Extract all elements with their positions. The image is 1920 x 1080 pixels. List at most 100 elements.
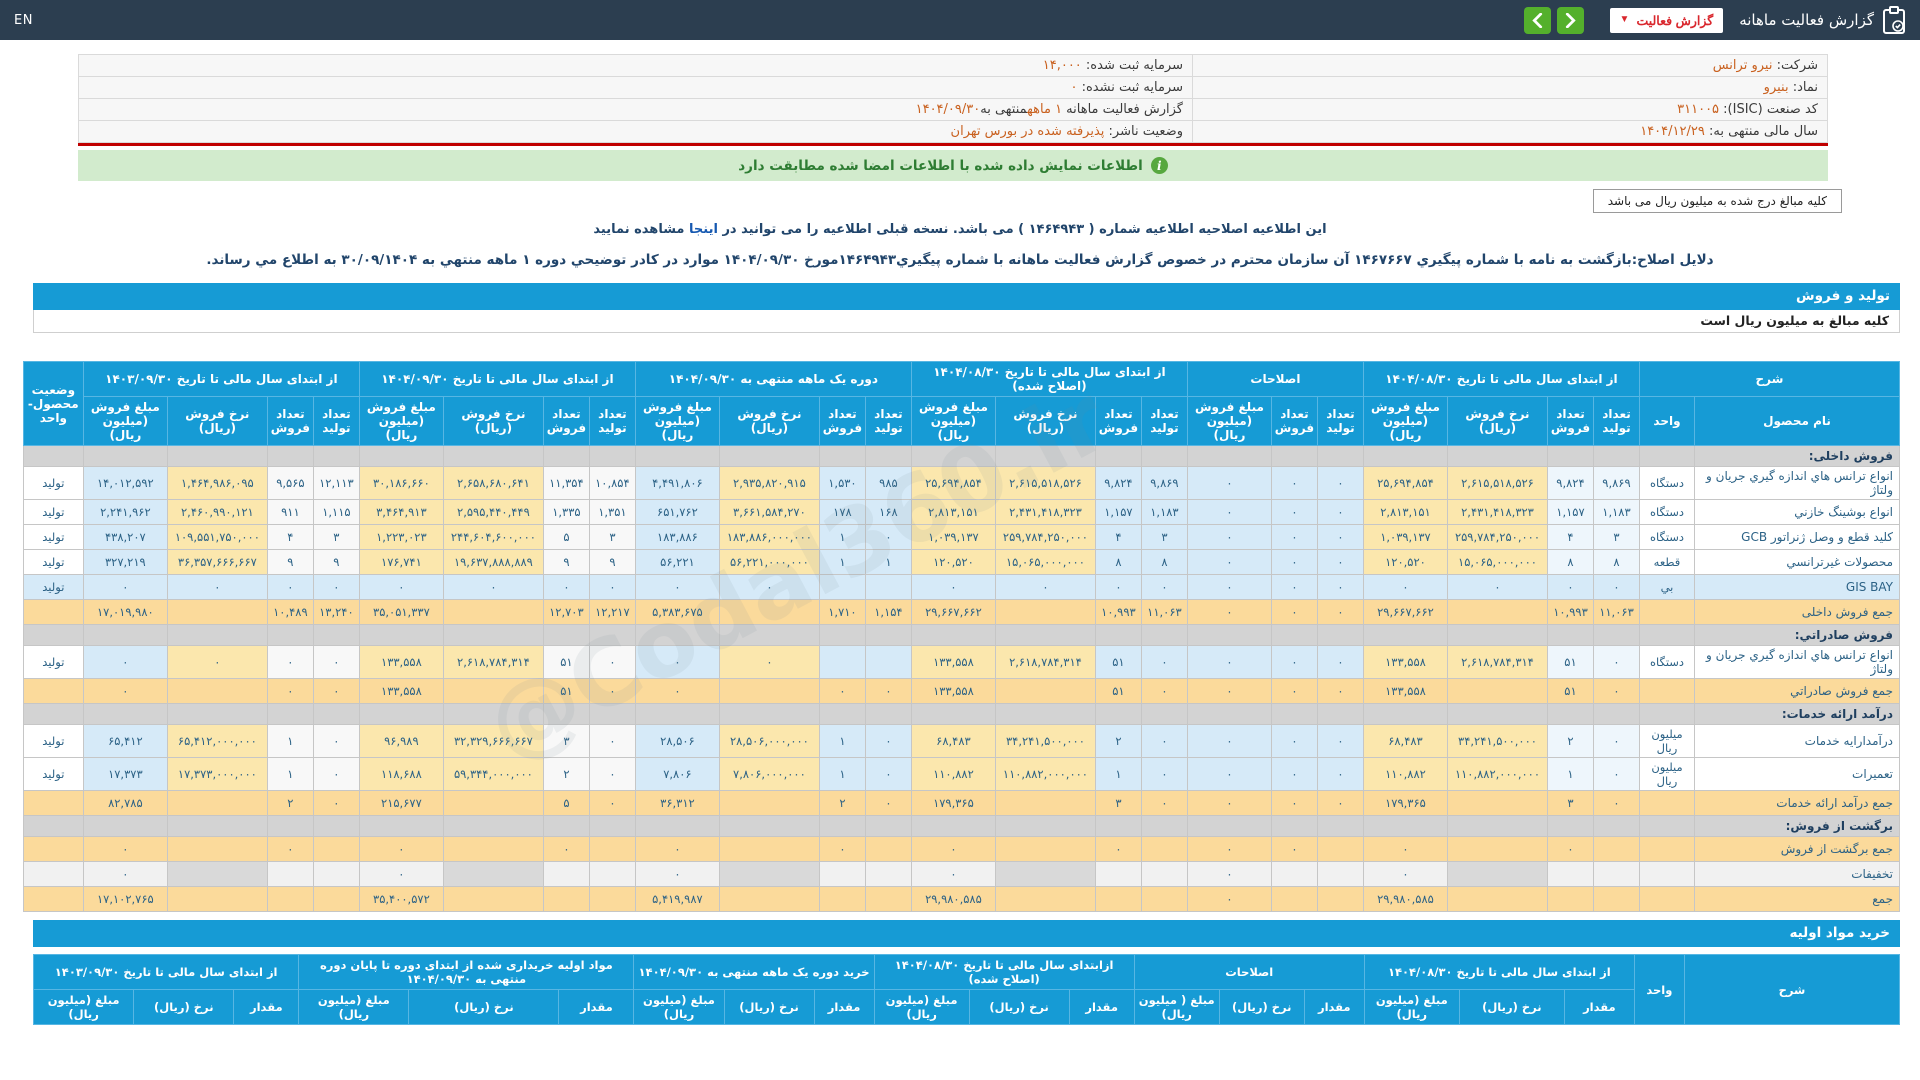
table-cell: ۰ — [818, 678, 866, 704]
table-cell: ۱۵,۰۶۵,۰۰۰,۰۰۰ — [994, 549, 1096, 575]
table-cell: ۳۰,۱۸۶,۶۶۰ — [358, 466, 444, 500]
notice-text: اطلاعات نمایش داده شده با اطلاعات امضا ش… — [738, 157, 1143, 174]
table-cell: ۱۲۰,۵۲۰ — [910, 549, 996, 575]
table-cell: ۲۵,۶۹۴,۸۵۴ — [910, 466, 996, 500]
table-cell: ۰ — [1592, 678, 1640, 704]
table-cell: ۰ — [82, 574, 168, 600]
amounts-unit-note: کلیه مبالغ درج شده به میلیون ریال می باش… — [1592, 189, 1842, 213]
column-header: مبلغ (میلیون ریال) — [32, 989, 135, 1025]
table-cell: ۳۶,۳۵۷,۶۶۶,۶۶۷ — [166, 549, 268, 575]
table-cell: ۱۹,۶۳۷,۸۸۸,۸۸۹ — [442, 549, 544, 575]
table-section-row: فروش صادراتي: — [22, 624, 1900, 646]
table-row: انواع ترانس هاي اندازه گیري جریان و ولتا… — [22, 645, 1900, 679]
table-cell: ۱,۱۱۵ — [312, 499, 360, 525]
column-header: نرخ (ریال) — [408, 989, 560, 1025]
table-cell: ۱۵,۰۶۵,۰۰۰,۰۰۰ — [1446, 549, 1548, 575]
table-cell: ۱۳۳,۵۵۸ — [910, 678, 996, 704]
table-cell: ۰ — [542, 836, 590, 862]
table-cell: ۲,۶۵۸,۶۸۰,۶۴۱ — [442, 466, 544, 500]
table-cell: ۰ — [312, 757, 360, 791]
table-cell: ۲۹,۹۸۰,۵۸۵ — [910, 886, 996, 912]
table-cell — [864, 836, 912, 862]
table-cell: ۰ — [1186, 886, 1272, 912]
column-header: تعداد تولید — [312, 396, 360, 446]
table-cell — [1270, 861, 1318, 887]
table-cell: ۱۴,۰۱۲,۵۹۲ — [82, 466, 168, 500]
table-cell — [1546, 886, 1594, 912]
table-cell: ۱۲,۷۰۳ — [542, 599, 590, 625]
table-cell: ۲,۴۳۱,۴۱۸,۳۲۳ — [1446, 499, 1548, 525]
report-type-dropdown[interactable]: گزارش فعالیت ▼ — [1609, 7, 1724, 33]
table-cell: ۳۵,۴۰۰,۵۷۲ — [358, 886, 444, 912]
table-cell: ۰ — [1316, 790, 1364, 816]
table-cell: ۰ — [718, 645, 820, 679]
column-header: تعداد فروش — [542, 396, 590, 446]
amendment-note: این اطلاعیه اصلاحیه اطلاعیه شماره ( ۱۴۶۴… — [593, 222, 1327, 237]
table-cell — [1140, 886, 1188, 912]
table-cell: ۱۳,۲۴۰ — [312, 599, 360, 625]
report-type-label: گزارش فعالیت — [1636, 13, 1714, 28]
status-cell: تولید — [22, 549, 84, 575]
table-cell — [1592, 836, 1640, 862]
column-header: نرخ فروش (ریال) — [166, 396, 268, 446]
table-cell: ۲۹,۹۸۰,۵۸۵ — [1362, 886, 1448, 912]
table-cell: ۱,۱۵۴ — [864, 599, 912, 625]
table-cell: ۱ — [266, 757, 314, 791]
table-cell: ۰ — [1186, 790, 1272, 816]
previous-version-link[interactable]: اینجا — [689, 222, 718, 237]
table-cell: ۰ — [358, 861, 444, 887]
column-header: نرخ فروش (ریال) — [1446, 396, 1548, 446]
column-header: واحد — [1638, 396, 1696, 446]
column-header: اصلاحات — [1186, 361, 1364, 397]
table-cell — [1592, 886, 1640, 912]
language-toggle-en[interactable]: EN — [14, 13, 33, 28]
column-header: نرخ فروش (ریال) — [718, 396, 820, 446]
table-cell: ۱,۰۳۹,۱۳۷ — [1362, 524, 1448, 550]
table-cell — [1140, 836, 1188, 862]
column-header: از ابتدای سال مالی تا تاریخ ۱۴۰۳/۰۹/۳۰ — [32, 954, 300, 990]
table-cell: ۶۵۱,۷۶۲ — [634, 499, 720, 525]
table-cell: ۲,۸۱۳,۱۵۱ — [1362, 499, 1448, 525]
table-cell: ۰ — [588, 724, 636, 758]
table-cell: ۲ — [1094, 724, 1142, 758]
table-cell: ۰ — [1362, 836, 1448, 862]
table-cell — [994, 836, 1096, 862]
table-cell: ۴ — [266, 524, 314, 550]
table-cell — [166, 836, 268, 862]
table-cell: ۰ — [1186, 724, 1272, 758]
table-cell: ۱,۷۱۰ — [818, 599, 866, 625]
info-row: کد صنعت (ISIC): ۳۱۱۰۰۵ گزارش فعالیت ماهان… — [78, 98, 1828, 121]
table-cell: ۳,۶۶۱,۵۸۴,۲۷۰ — [718, 499, 820, 525]
table-cell: ۲,۴۶۰,۹۹۰,۱۲۱ — [166, 499, 268, 525]
table-cell: ۰ — [1316, 757, 1364, 791]
column-header: نرخ (ریال) — [1458, 989, 1565, 1025]
signature-match-notice: i اطلاعات نمایش داده شده با اطلاعات امضا… — [78, 150, 1828, 181]
table-cell: ۵۱ — [542, 645, 590, 679]
table-cell — [1316, 836, 1364, 862]
column-header: مبلغ (میلیون ریال) — [633, 989, 725, 1025]
table-row: جمع فروش داخلی ۱۱,۰۶۳ ۱۰,۹۹۳ ۲۹,۶۶۷,۶۶۲ ۰ ۰ ۰ ۱… — [22, 599, 1900, 625]
table-cell — [588, 836, 636, 862]
chevron-right-icon — [1565, 12, 1576, 28]
table-cell: ۱۷,۳۷۳ — [82, 757, 168, 791]
table-cell: ۰ — [1316, 574, 1364, 600]
table-cell — [312, 861, 360, 887]
table-cell: ۳ — [1592, 524, 1640, 550]
table-cell: ۵ — [542, 790, 590, 816]
column-header: تعداد فروش — [1546, 396, 1594, 446]
table-cell: ۳ — [1546, 790, 1594, 816]
table-cell: ۰ — [588, 574, 636, 600]
table-cell: ۱۷,۳۷۳,۰۰۰,۰۰۰ — [166, 757, 268, 791]
table-cell — [166, 886, 268, 912]
previous-report-button[interactable] — [1523, 6, 1551, 34]
table-cell — [312, 836, 360, 862]
table-cell: ۰ — [1186, 549, 1272, 575]
purchase-table: شرح واحد از ابتدای سال مالی تا تاریخ ۱۴۰۴/… — [32, 954, 1901, 1025]
column-header: تعداد تولید — [1140, 396, 1188, 446]
table-cell: ۰ — [312, 790, 360, 816]
column-header: نرخ (ریال) — [968, 989, 1070, 1025]
next-report-button[interactable] — [1556, 6, 1584, 34]
table-cell: ۰ — [1270, 499, 1318, 525]
table-cell: ۰ — [1270, 790, 1318, 816]
column-header: مبلغ فروش (میلیون ریال) — [910, 396, 996, 446]
